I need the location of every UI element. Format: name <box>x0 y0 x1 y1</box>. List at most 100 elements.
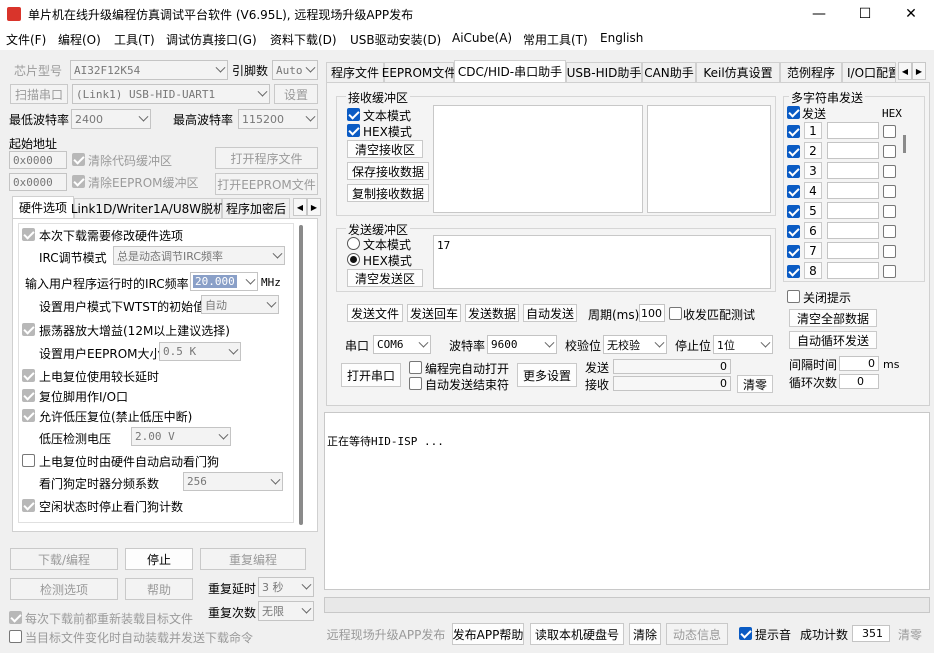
scan-port-button[interactable]: 扫描串口 <box>10 84 68 104</box>
match-test-checkbox[interactable] <box>669 307 682 320</box>
multi-row-7-hex-checkbox[interactable] <box>883 245 896 258</box>
auto-end-checkbox[interactable] <box>409 377 422 390</box>
tab-eeprom-file[interactable]: EEPROM文件 <box>382 62 456 82</box>
multi-row-2-checkbox[interactable] <box>787 145 800 158</box>
options-scrollbar[interactable] <box>299 225 303 525</box>
stop-button[interactable]: 停止 <box>125 548 193 570</box>
wtst-select[interactable]: 自动 <box>201 295 279 314</box>
lv-detect-select[interactable]: 2.00 V <box>131 427 231 446</box>
recv-hex-mode-checkbox[interactable] <box>347 124 360 137</box>
multi-row-2-input[interactable] <box>827 142 879 159</box>
irc-freq-select[interactable]: 20.000 <box>190 272 258 291</box>
menu-usb-driver[interactable]: USB驱动安装(D) <box>350 31 441 48</box>
multi-row-7-checkbox[interactable] <box>787 245 800 258</box>
min-baud-select[interactable]: 2400 <box>71 109 151 129</box>
open-serial-button[interactable]: 打开串口 <box>341 363 401 387</box>
tab-scroll-right-icon[interactable]: ▶ <box>307 198 321 216</box>
multi-row-1-hex-checkbox[interactable] <box>883 125 896 138</box>
copy-receive-button[interactable]: 复制接收数据 <box>347 184 429 202</box>
reset-count-button[interactable]: 清零 <box>898 626 922 643</box>
animation-info-button[interactable]: 动态信息 <box>666 623 728 645</box>
multi-row-4-send-button[interactable]: 4 <box>804 182 822 199</box>
multi-send-scrollbar[interactable] <box>903 135 906 153</box>
multi-row-3-hex-checkbox[interactable] <box>883 165 896 178</box>
beep-checkbox[interactable] <box>739 627 752 640</box>
clear-log-button[interactable]: 清除 <box>629 623 661 645</box>
multi-row-4-input[interactable] <box>827 182 879 199</box>
eeprom-size-select[interactable]: 0.5 K <box>159 342 241 361</box>
multi-row-2-send-button[interactable]: 2 <box>804 142 822 159</box>
multi-row-3-checkbox[interactable] <box>787 165 800 178</box>
serial-port-select[interactable]: COM6 <box>373 335 431 354</box>
right-tab-scroll-left-icon[interactable]: ◀ <box>898 62 912 80</box>
receive-text-area[interactable] <box>433 105 643 213</box>
option-reset-io-checkbox[interactable] <box>22 389 35 402</box>
minimize-button[interactable]: — <box>796 0 842 28</box>
stop-bits-select[interactable]: 1位 <box>713 335 773 354</box>
multi-row-8-send-button[interactable]: 8 <box>804 262 822 279</box>
receive-hex-area[interactable] <box>647 105 771 213</box>
auto-loop-send-button[interactable]: 自动循环发送 <box>789 331 877 349</box>
clear-count-button[interactable]: 清零 <box>737 375 773 393</box>
close-tip-checkbox[interactable] <box>787 290 800 303</box>
menu-tools[interactable]: 工具(T) <box>114 31 155 48</box>
right-tab-scroll-right-icon[interactable]: ▶ <box>912 62 926 80</box>
max-baud-select[interactable]: 115200 <box>238 109 318 129</box>
multi-row-4-hex-checkbox[interactable] <box>883 185 896 198</box>
reload-each-checkbox[interactable] <box>9 611 22 624</box>
port-settings-button[interactable]: 设置 <box>274 84 318 104</box>
tab-io-config[interactable]: I/O口配置 <box>842 62 896 82</box>
port-select[interactable]: (Link1) USB-HID-UART1 <box>72 84 270 104</box>
multi-row-8-checkbox[interactable] <box>787 265 800 278</box>
tab-hardware-options[interactable]: 硬件选项 <box>12 196 74 218</box>
tab-usb-hid[interactable]: USB-HID助手 <box>566 62 642 82</box>
detect-options-button[interactable]: 检测选项 <box>10 578 118 600</box>
irc-mode-select[interactable]: 总是动态调节IRC频率 <box>113 246 285 265</box>
read-disk-button[interactable]: 读取本机硬盘号 <box>530 623 624 645</box>
repeat-delay-select[interactable]: 3 秒 <box>258 577 314 597</box>
tab-program-file[interactable]: 程序文件 <box>326 62 384 82</box>
multi-row-3-send-button[interactable]: 3 <box>804 162 822 179</box>
multi-row-5-send-button[interactable]: 5 <box>804 202 822 219</box>
pin-count-select[interactable]: Auto <box>272 60 318 80</box>
multi-send-all-checkbox[interactable] <box>787 106 800 119</box>
menu-english[interactable]: English <box>600 31 643 45</box>
menu-debug[interactable]: 调试仿真接口(G) <box>166 31 257 48</box>
parity-select[interactable]: 无校验 <box>603 335 667 354</box>
period-input[interactable]: 100 <box>639 304 665 322</box>
auto-send-button[interactable]: 自动发送 <box>523 304 577 322</box>
auto-reload-checkbox[interactable] <box>9 630 22 643</box>
repeat-program-button[interactable]: 重复编程 <box>200 548 306 570</box>
option-idle-wdt-checkbox[interactable] <box>22 499 35 512</box>
option-long-delay-checkbox[interactable] <box>22 369 35 382</box>
chip-model-select[interactable]: AI32F12K54 <box>70 60 228 80</box>
send-text-area[interactable]: 17 <box>433 235 771 289</box>
option-watchdog-checkbox[interactable] <box>22 454 35 467</box>
send-text-mode-radio[interactable] <box>347 237 360 250</box>
multi-row-1-checkbox[interactable] <box>787 125 800 138</box>
publish-help-button[interactable]: 发布APP帮助 <box>452 623 524 645</box>
menu-aicube[interactable]: AiCube(A) <box>452 31 512 45</box>
multi-row-5-input[interactable] <box>827 202 879 219</box>
recv-text-mode-checkbox[interactable] <box>347 108 360 121</box>
send-enter-button[interactable]: 发送回车 <box>407 304 461 322</box>
multi-row-3-input[interactable] <box>827 162 879 179</box>
send-file-button[interactable]: 发送文件 <box>347 304 403 322</box>
tab-offline-writer[interactable]: Link1D/Writer1A/U8W脱机 <box>71 198 225 218</box>
baud-rate-select[interactable]: 9600 <box>487 335 557 354</box>
option-osc-gain-checkbox[interactable] <box>22 323 35 336</box>
multi-row-4-checkbox[interactable] <box>787 185 800 198</box>
clear-send-button[interactable]: 清空发送区 <box>347 269 423 287</box>
tab-can[interactable]: CAN助手 <box>642 62 696 82</box>
clear-code-checkbox[interactable] <box>72 153 85 166</box>
send-data-button[interactable]: 发送数据 <box>465 304 519 322</box>
multi-row-6-send-button[interactable]: 6 <box>804 222 822 239</box>
multi-row-5-hex-checkbox[interactable] <box>883 205 896 218</box>
tab-scroll-left-icon[interactable]: ◀ <box>293 198 307 216</box>
help-button[interactable]: 帮助 <box>125 578 193 600</box>
save-receive-button[interactable]: 保存接收数据 <box>347 162 429 180</box>
multi-row-8-input[interactable] <box>827 262 879 279</box>
clear-eeprom-checkbox[interactable] <box>72 175 85 188</box>
clear-receive-button[interactable]: 清空接收区 <box>347 140 423 158</box>
multi-row-6-input[interactable] <box>827 222 879 239</box>
